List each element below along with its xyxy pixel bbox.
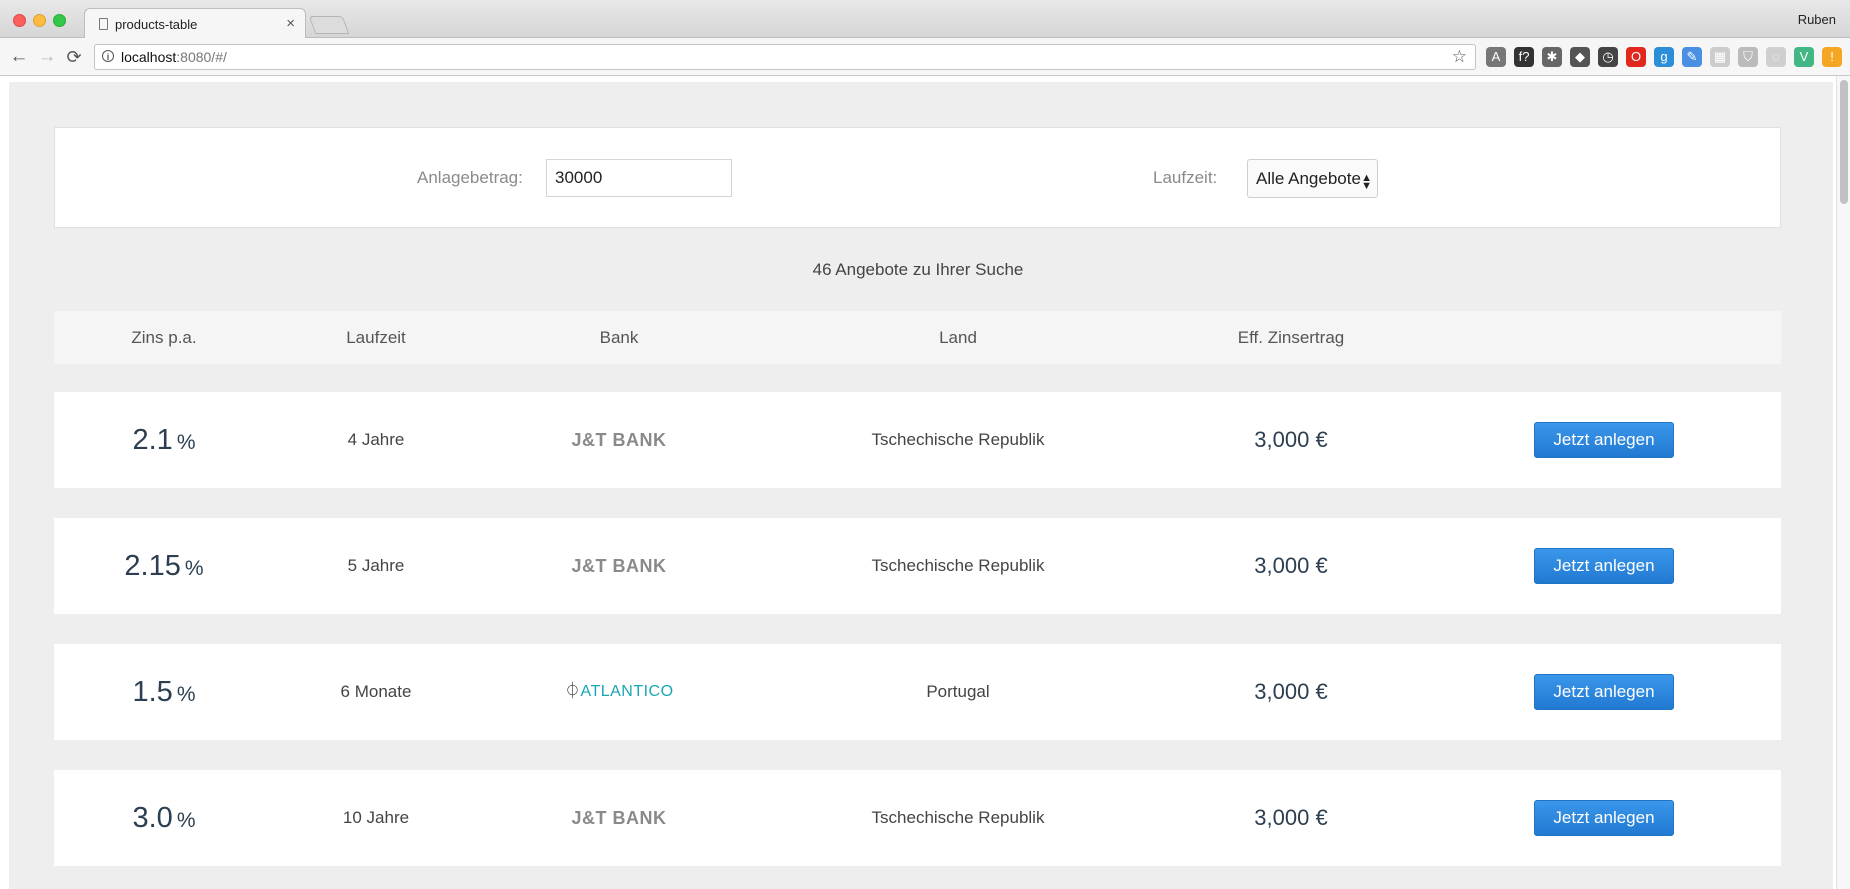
invest-now-button[interactable]: Jetzt anlegen (1534, 674, 1674, 710)
header-country: Land (939, 328, 977, 347)
new-tab-button[interactable] (308, 16, 350, 34)
term-select-value: Alle Angebote (1256, 169, 1361, 188)
country-cell: Tschechische Republik (871, 430, 1045, 449)
bank-logo: ⏀ATLANTICO (564, 644, 673, 740)
rate-percent: % (176, 431, 196, 454)
rate-cell: 2.1% (132, 392, 195, 488)
invest-now-button[interactable]: Jetzt anlegen (1534, 422, 1674, 458)
term-cell: 5 Jahre (347, 556, 405, 575)
extension-icons: Af? ✱ ◆ ◷ Og ✎ ▦ ⛉ ◌ V! (1486, 47, 1842, 67)
term-cell: 6 Monate (340, 682, 412, 701)
bookmark-star-icon[interactable]: ☆ (1452, 47, 1467, 67)
browser-tab[interactable]: products-table × (84, 8, 306, 39)
interest-cell: 3,000 € (1254, 679, 1328, 704)
bank-name: J&T BANK (571, 430, 667, 450)
minimize-window-button[interactable] (33, 14, 46, 27)
angular-icon[interactable]: A (1486, 47, 1506, 67)
header-bank: Bank (599, 328, 639, 347)
address-bar[interactable]: i localhost:8080/#/ ☆ (94, 44, 1476, 70)
invest-now-button[interactable]: Jetzt anlegen (1534, 800, 1674, 836)
page-content: Anlagebetrag: 30000 Laufzeit: Alle Angeb… (9, 82, 1833, 889)
eyedropper-icon[interactable]: ✎ (1682, 47, 1702, 67)
function-icon[interactable]: f? (1514, 47, 1534, 67)
alert-icon[interactable]: ! (1822, 47, 1842, 67)
table-header: Zins p.a. Laufzeit Bank Land Eff. Zinser… (54, 311, 1781, 364)
header-term: Laufzeit (346, 328, 406, 347)
header-interest: Eff. Zinsertrag (1237, 328, 1345, 347)
interest-cell: 3,000 € (1254, 553, 1328, 578)
table-row: 2.15% 5 Jahre J&T BANK Tschechische Republi… (54, 518, 1781, 614)
shield-icon[interactable]: ⛉ (1738, 47, 1758, 67)
bank-logo: J&T BANK (571, 518, 666, 614)
table-row: 3.0% 10 Jahre J&T BANK Tschechische Republi… (54, 770, 1781, 866)
cube-icon[interactable]: ◆ (1570, 47, 1590, 67)
window-titlebar: products-table × Ruben (0, 0, 1850, 39)
atlantico-logo-icon: ⏀ (564, 683, 581, 700)
page-scrollbar[interactable] (1836, 76, 1850, 889)
bank-logo: J&T BANK (571, 770, 666, 866)
tab-title: products-table (115, 17, 198, 32)
vue-icon[interactable]: V (1794, 47, 1814, 67)
rate-cell: 2.15% (124, 518, 203, 614)
back-arrow-icon[interactable]: ← (7, 45, 31, 69)
reload-icon[interactable]: ⟳ (62, 45, 86, 69)
grid-icon[interactable]: ▦ (1710, 47, 1730, 67)
rate-percent: % (176, 809, 196, 832)
term-label: Laufzeit: (1153, 168, 1218, 187)
profile-name[interactable]: Ruben (1798, 12, 1836, 27)
rate-percent: % (184, 557, 204, 580)
rate-cell: 1.5% (132, 644, 195, 740)
term-select[interactable]: Alle Angebote ▲ ▼ (1247, 159, 1378, 198)
opera-icon[interactable]: O (1626, 47, 1646, 67)
rate-value: 2.15 (124, 550, 181, 582)
filter-panel: Anlagebetrag: 30000 Laufzeit: Alle Angeb… (54, 127, 1781, 228)
document-icon (99, 18, 108, 30)
rate-value: 2.1 (132, 424, 173, 456)
amount-label: Anlagebetrag: (417, 168, 523, 187)
bank-logo: J&T BANK (571, 392, 666, 488)
leaf-icon[interactable]: ◌ (1766, 47, 1786, 67)
bug-icon[interactable]: ✱ (1542, 47, 1562, 67)
amount-input[interactable]: 30000 (546, 159, 732, 197)
interest-cell: 3,000 € (1254, 805, 1328, 830)
bank-name: J&T BANK (571, 808, 667, 828)
country-cell: Portugal (926, 682, 990, 701)
interest-cell: 3,000 € (1254, 427, 1328, 452)
url-text[interactable]: localhost:8080/#/ (121, 49, 227, 65)
table-row: 2.1% 4 Jahre J&T BANK Tschechische Republik… (54, 392, 1781, 488)
bank-name: ATLANTICO (580, 683, 674, 700)
term-cell: 10 Jahre (342, 808, 410, 827)
rate-value: 1.5 (132, 676, 173, 708)
table-row: 1.5% 6 Monate ⏀ATLANTICO Portugal 3,000 € Jet… (54, 644, 1781, 740)
browser-toolbar: ← → ⟳ i localhost:8080/#/ ☆ Af? ✱ ◆ ◷ Og ✎ ▦ ⛉ ◌… (0, 38, 1850, 76)
header-rate: Zins p.a. (131, 328, 197, 347)
country-cell: Tschechische Republik (871, 808, 1045, 827)
tab-close-icon[interactable]: × (286, 15, 295, 32)
results-count: 46 Angebote zu Ihrer Suche (812, 260, 1024, 279)
country-cell: Tschechische Republik (871, 556, 1045, 575)
term-cell: 4 Jahre (347, 430, 405, 449)
timer-icon[interactable]: ◷ (1598, 47, 1618, 67)
close-window-button[interactable] (13, 14, 26, 27)
invest-now-button[interactable]: Jetzt anlegen (1534, 548, 1674, 584)
bank-name: J&T BANK (571, 556, 667, 576)
rate-cell: 3.0% (132, 770, 195, 866)
scrollbar-thumb[interactable] (1840, 80, 1848, 204)
info-icon[interactable]: i (102, 50, 114, 62)
rate-value: 3.0 (132, 802, 173, 834)
maximize-window-button[interactable] (53, 14, 66, 27)
ghostery-icon[interactable]: g (1654, 47, 1674, 67)
rate-percent: % (176, 683, 196, 706)
forward-arrow-icon[interactable]: → (35, 45, 59, 69)
